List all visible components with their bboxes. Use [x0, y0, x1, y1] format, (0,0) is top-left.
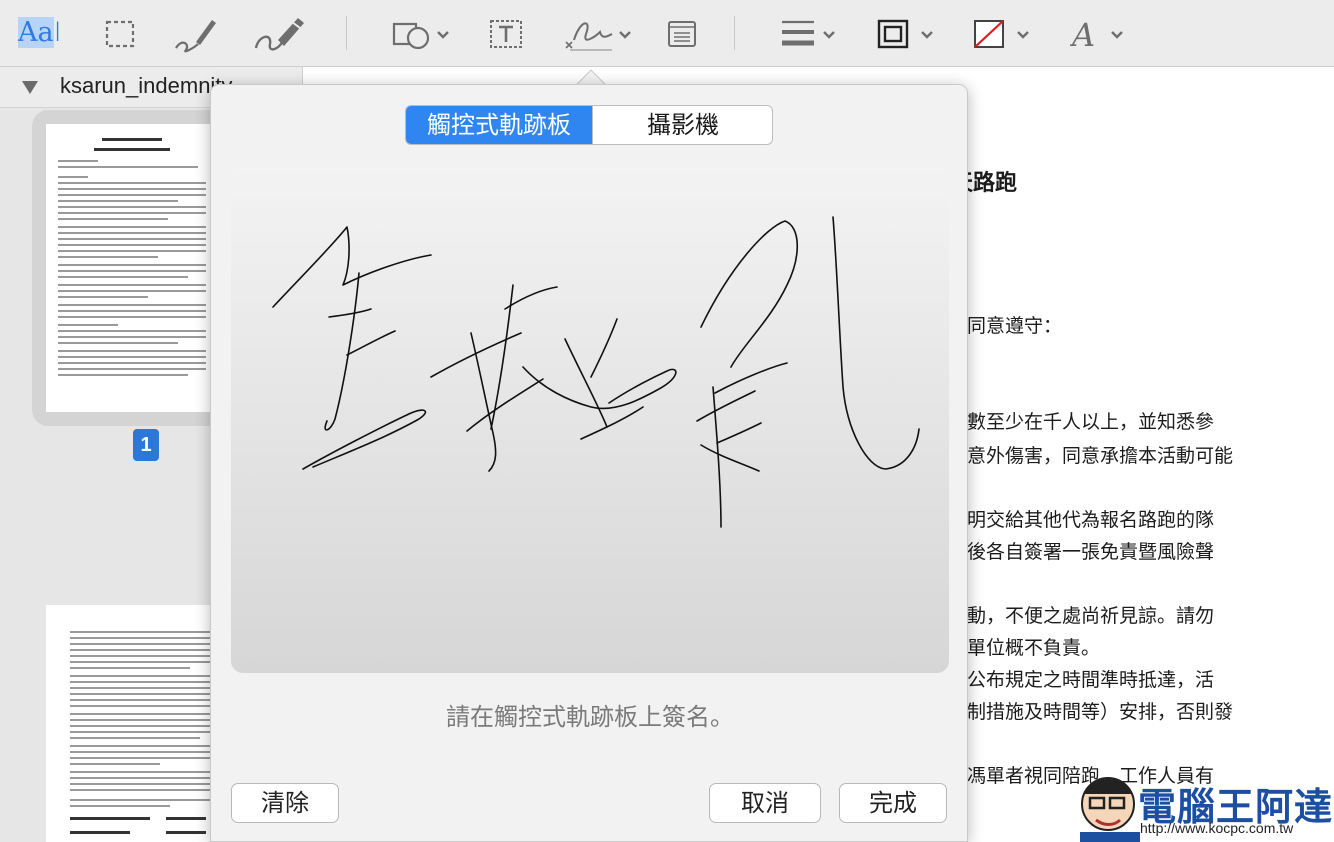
document-line: 動，不便之處尚祈見諒。請勿: [967, 605, 1215, 627]
document-line: 數至少在千人以上，並知悉參: [967, 411, 1215, 433]
signature-source-tabs: 觸控式軌跡板 攝影機: [405, 105, 773, 145]
document-line: 意外傷害，同意承擔本活動可能: [967, 445, 1234, 467]
tab-trackpad[interactable]: 觸控式軌跡板: [406, 106, 592, 144]
signature-hint: 請在觸控式軌跡板上簽名。: [446, 703, 734, 731]
cancel-button[interactable]: 取消: [709, 783, 821, 823]
file-name: ksarun_indemnity: [60, 73, 233, 98]
signature-pad[interactable]: [231, 167, 949, 673]
toolbar-separator: [734, 16, 735, 50]
fill-color-icon[interactable]: [972, 14, 1036, 54]
popover-arrow: [573, 62, 607, 86]
text-font-icon[interactable]: A: [1070, 14, 1134, 54]
page-thumbnail-selected[interactable]: [32, 110, 232, 426]
tab-camera[interactable]: 攝影機: [592, 106, 772, 144]
sketch-icon[interactable]: [172, 14, 218, 54]
text-box-icon[interactable]: [488, 14, 524, 54]
watermark-logo: 電腦王阿達 http://www.kocpc.com.tw: [1074, 764, 1332, 842]
document-line: 單位概不負責。: [967, 637, 1101, 659]
document-line: 後各自簽署一張免責暨風險聲: [967, 541, 1215, 563]
sign-icon[interactable]: [562, 14, 642, 54]
document-line: 公布規定之時間準時抵達，活: [967, 669, 1215, 691]
disclosure-triangle-icon[interactable]: [22, 81, 38, 94]
draw-icon[interactable]: [252, 14, 306, 54]
document-line: 同意遵守：: [967, 315, 1063, 337]
signature-dialog: 觸控式軌跡板 攝影機 請在觸控式軌跡板上簽名。 清除 取消 完成: [210, 84, 968, 842]
markup-toolbar: AaI A: [0, 0, 1334, 67]
rect-selection-icon[interactable]: [104, 14, 136, 54]
svg-text:A: A: [1070, 16, 1095, 54]
shapes-icon[interactable]: [390, 14, 452, 54]
page-thumbnail-1[interactable]: [46, 124, 218, 412]
border-color-icon[interactable]: [876, 14, 940, 54]
page-number-badge: 1: [133, 429, 159, 461]
text-style-button[interactable]: AaI: [18, 14, 70, 52]
done-button[interactable]: 完成: [839, 783, 947, 823]
clear-button[interactable]: 清除: [231, 783, 339, 823]
signature-strokes: [272, 216, 920, 528]
watermark-url: http://www.kocpc.com.tw: [1140, 820, 1294, 836]
document-line: 制措施及時間等）安排，否則發: [967, 701, 1234, 723]
line-style-icon[interactable]: [780, 14, 844, 54]
note-icon[interactable]: [666, 14, 698, 54]
toolbar-separator: [346, 16, 347, 50]
document-line: 明交給其他代為報名路跑的隊: [967, 509, 1215, 531]
page-thumbnail-2[interactable]: [46, 605, 232, 842]
